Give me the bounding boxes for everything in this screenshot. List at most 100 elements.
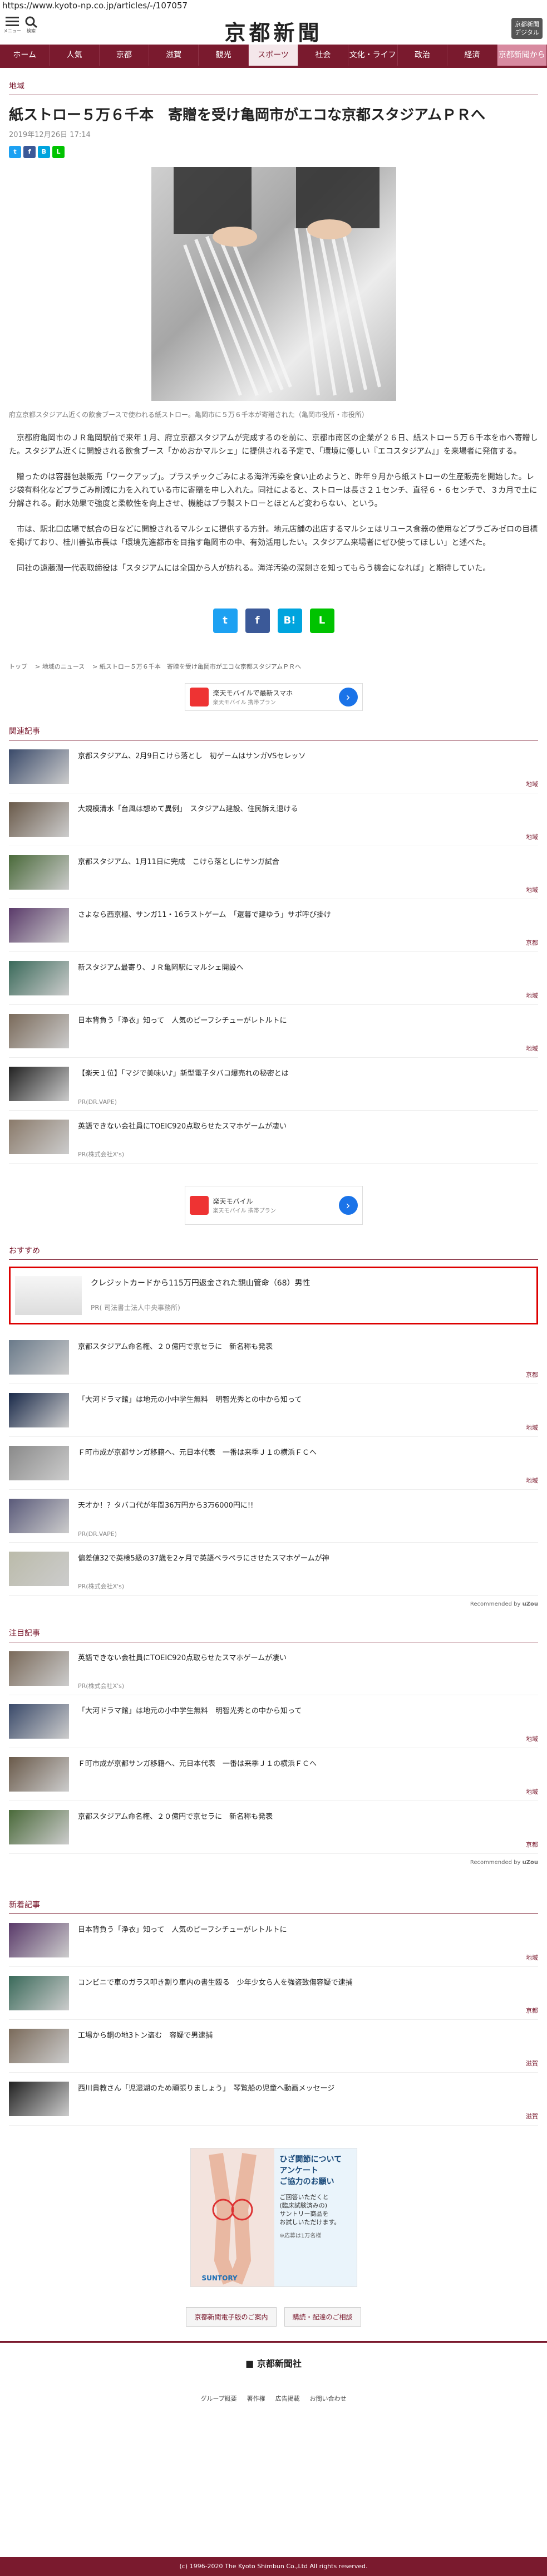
list-item[interactable]: 「大河ドラマ館」は地元の小中学生無料 明智光秀との中から知って 地域 bbox=[9, 1695, 538, 1748]
footer-link[interactable]: 広告掲載 bbox=[275, 2394, 300, 2403]
highlighted-ad[interactable]: クレジットカードから115万円返金された親山管命（68）男性 PR( 司法書士法人… bbox=[9, 1267, 538, 1324]
browser-url[interactable]: https://www.kyoto-np.co.jp/articles/-/10… bbox=[0, 0, 547, 11]
nav-item[interactable]: 京都新聞から bbox=[497, 45, 547, 66]
digital-guide-button[interactable]: 京都新聞電子版のご案内 bbox=[186, 2307, 277, 2327]
footer-link[interactable]: お問い合わせ bbox=[310, 2394, 347, 2403]
ad-banner-1[interactable]: 楽天モバイルで最新スマホ 楽天モバイル 携帯プラン › bbox=[184, 683, 363, 711]
nav-item[interactable]: 政治 bbox=[398, 45, 448, 66]
ad-banner-2[interactable]: 楽天モバイル 楽天モバイル 携帯プラン › bbox=[184, 1186, 363, 1225]
nav-item[interactable]: 経済 bbox=[447, 45, 497, 66]
list-item[interactable]: 日本背負う「浄衣」知って 人気のピーフシチューがレトルトに地域 bbox=[9, 1914, 538, 1967]
subscription-button[interactable]: 購読・配達のご相談 bbox=[284, 2307, 361, 2327]
list-item[interactable]: 天才か！？タバコ代が年間36万円から3万6000円に!! PR(DR.VAPE) bbox=[9, 1490, 538, 1543]
list-item-text: Ｆ町市成が京都サンガ移籍へ、元日本代表 一番は来季Ｊ１の横浜ＦＣへ bbox=[78, 1760, 317, 1768]
list-item[interactable]: Ｆ町市成が京都サンガ移籍へ、元日本代表 一番は来季Ｊ１の横浜ＦＣへ 地域 bbox=[9, 1748, 538, 1801]
breadcrumb: トップ > 地域のニュース > 紙ストロー５万６千本 寄贈を受け亀岡市がエコな京都ス… bbox=[9, 662, 538, 671]
list-item-tag: 京都 bbox=[526, 939, 538, 946]
thumbnail bbox=[15, 1276, 82, 1315]
nav-item[interactable]: 京都 bbox=[100, 45, 150, 66]
list-item[interactable]: 【楽天１位】「マジで美味い♪」新型電子タバコ爆売れの秘密とは PR(DR.VAPE… bbox=[9, 1058, 538, 1111]
breadcrumb-item[interactable]: > 地域のニュース bbox=[35, 662, 85, 671]
breadcrumb-item[interactable]: トップ bbox=[9, 662, 27, 671]
list-item[interactable]: コンビニで車のガラス叩き割り車内の書生殴る 少年少女ら人を強盗致傷容疑で逮捕 京都 bbox=[9, 1967, 538, 2020]
list-item[interactable]: 京都スタジアム命名権、２０億円で京セラに 新名称も発表 京都 bbox=[9, 1801, 538, 1854]
photo-caption: 府立京都スタジアム近くの飲食ブースで使われる紙ストロー。亀岡市に５万６千本が寄贈… bbox=[9, 411, 368, 419]
footer-link[interactable]: グループ概要 bbox=[200, 2394, 236, 2403]
register-button[interactable]: 京都新聞 デジタル bbox=[511, 18, 543, 39]
list-item-tag: 地域 bbox=[526, 833, 538, 841]
nav-item[interactable]: スポーツ bbox=[248, 45, 299, 66]
list-item-tag: PR(株式会社X's) bbox=[78, 1682, 125, 1690]
list-item-tag: 地域 bbox=[526, 1954, 538, 1961]
list-item[interactable]: 京都スタジアム命名権、２０億円で京セラに 新名称も発表 京都 bbox=[9, 1331, 538, 1384]
hatena-icon[interactable]: B! bbox=[277, 609, 302, 633]
list-item[interactable]: 「大河ドラマ館」は地元の小中学生無料 明智光秀との中から知って 地域 bbox=[9, 1384, 538, 1437]
ad-title: 楽天モバイルで最新スマホ bbox=[213, 689, 293, 697]
related-label: 関連記事 bbox=[9, 727, 40, 736]
line-icon[interactable]: L bbox=[309, 609, 334, 633]
ad-sub: 楽天モバイル 携帯プラン bbox=[213, 700, 276, 706]
thumbnail bbox=[9, 1651, 69, 1686]
list-item[interactable]: 工場から銅の地3トン盗む 容疑で男逮捕 滋賀 bbox=[9, 2020, 538, 2073]
site-logo[interactable]: 京都新聞 bbox=[0, 16, 547, 46]
nav-item[interactable]: 文化・ライフ bbox=[348, 45, 398, 66]
suntory-ad[interactable]: SUNTORY ひざ関節について アンケート ご協力のお願い ご回答いただくと … bbox=[190, 2148, 357, 2287]
nav-item[interactable]: 人気 bbox=[50, 45, 100, 66]
list-item-text: 天才か！？タバコ代が年間36万円から3万6000円に!! bbox=[78, 1502, 254, 1510]
list-item[interactable]: 英語できない会社員にTOEIC920点取らせたスマホゲームが凄い PR(株式会社X… bbox=[9, 1642, 538, 1695]
thumbnail bbox=[9, 2082, 69, 2116]
footer-link[interactable]: 著作権 bbox=[247, 2394, 265, 2403]
article-title: 紙ストロー５万６千本 寄贈を受け亀岡市がエコな京都スタジアムＰＲへ bbox=[9, 107, 486, 124]
list-item[interactable]: 新スタジアム最寄り、ＪＲ亀岡駅にマルシェ開設へ 地域 bbox=[9, 952, 538, 1005]
nav-item[interactable]: 観光 bbox=[199, 45, 249, 66]
list-item-text: 偏差値32で英検5級の37歳を2ヶ月で英語ペラペラにさせたスマホゲームが神 bbox=[78, 1554, 329, 1563]
list-item-text: 「大河ドラマ館」は地元の小中学生無料 明智光秀との中から知って bbox=[78, 1707, 302, 1715]
thumbnail bbox=[9, 1120, 69, 1154]
chevron-right-icon: › bbox=[338, 1196, 358, 1215]
line-icon[interactable]: L bbox=[52, 146, 65, 158]
list-item-tag: 京都 bbox=[526, 1371, 538, 1378]
list-item-tag: PR(株式会社X's) bbox=[78, 1151, 125, 1158]
thumbnail bbox=[9, 1393, 69, 1427]
thumbnail bbox=[9, 1067, 69, 1101]
ad-note: ※応募は1万名様 bbox=[279, 2233, 322, 2239]
list-item-tag: 地域 bbox=[526, 1045, 538, 1052]
nav-divider bbox=[0, 66, 547, 68]
list-item[interactable]: 偏差値32で英検5級の37歳を2ヶ月で英語ペラペラにさせたスマホゲームが神 PR(… bbox=[9, 1543, 538, 1596]
facebook-icon[interactable]: f bbox=[23, 146, 36, 158]
recommend-list: 京都スタジアム命名権、２０億円で京セラに 新名称も発表 京都 「大河ドラマ館」は地元… bbox=[0, 1331, 547, 1596]
article-category[interactable]: 地域 bbox=[9, 80, 538, 91]
list-item-tag: 地域 bbox=[526, 1477, 538, 1484]
nav-item[interactable]: ホーム bbox=[0, 45, 50, 66]
list-item-text: コンビニで車のガラス叩き割り車内の書生殴る 少年少女ら人を強盗致傷容疑で逮捕 bbox=[78, 1979, 353, 1987]
hatena-icon[interactable]: B bbox=[38, 146, 50, 158]
list-item[interactable]: 大規模清水「台風は想めて異例」 スタジアム建設、住民訴え退ける地域 bbox=[9, 793, 538, 846]
share-bar-bottom: t f B! L bbox=[9, 609, 538, 633]
list-item-text: 西川貴教さん「児湿湖のため頑張りましょう」 琴覧船の児童へ動画メッセージ bbox=[78, 2084, 335, 2093]
list-item-text: Ｆ町市成が京都サンガ移籍へ、元日本代表 一番は来季Ｊ１の横浜ＦＣへ bbox=[78, 1449, 317, 1457]
twitter-icon[interactable]: t bbox=[213, 609, 238, 633]
list-item-text: 「大河ドラマ館」は地元の小中学生無料 明智光秀との中から知って bbox=[78, 1396, 302, 1404]
list-item-text: クレジットカードから115万円返金された親山管命（68）男性 bbox=[91, 1279, 311, 1288]
list-item[interactable]: 英語できない会社員にTOEIC920点取らせたスマホゲームが凄い PR(株式会社X… bbox=[9, 1111, 538, 1164]
list-item[interactable]: Ｆ町市成が京都サンガ移籍へ、元日本代表 一番は来季Ｊ１の横浜ＦＣへ地域 bbox=[9, 1437, 538, 1490]
list-item[interactable]: 京都スタジアム、1月11日に完成 こけら落としにサンガ試合 地域 bbox=[9, 846, 538, 899]
list-item[interactable]: さよなら西京極、サンガ11・16ラストゲーム 「還暮で建ゆう」サポ呼び掛け 京都 bbox=[9, 899, 538, 952]
thumbnail bbox=[9, 1757, 69, 1792]
knee-illustration bbox=[208, 2153, 257, 2285]
list-item[interactable]: 京都スタジアム、2月9日こけら落とし 初ゲームはサンガVSセレッソ 地域 bbox=[9, 740, 538, 793]
footer-logo[interactable]: ■ 京都新聞社 bbox=[0, 2356, 547, 2369]
rakuten-icon bbox=[189, 688, 209, 706]
list-item-text: 大規模清水「台風は想めて異例」 スタジアム建設、住民訴え退ける bbox=[78, 805, 298, 813]
nav-item[interactable]: 滋賀 bbox=[149, 45, 199, 66]
facebook-icon[interactable]: f bbox=[245, 609, 270, 633]
ad-text: ひざ関節について アンケート ご協力のお願い ご回答いただくと (臨床試験済みの… bbox=[274, 2148, 357, 2286]
nav-item[interactable]: 社会 bbox=[298, 45, 348, 66]
list-item[interactable]: 西川貴教さん「児湿湖のため頑張りましょう」 琴覧船の児童へ動画メッセージ 滋賀 bbox=[9, 2073, 538, 2126]
twitter-icon[interactable]: t bbox=[9, 146, 21, 158]
list-item[interactable]: 日本背負う「浄衣」知って 人気のピーフシチューがレトルトに 地域 bbox=[9, 1005, 538, 1058]
article-date: 2019年12月26日 17:14 bbox=[9, 131, 91, 139]
breadcrumb-item[interactable]: > 紙ストロー５万６千本 寄贈を受け亀岡市がエコな京都スタジアムＰＲへ bbox=[92, 662, 301, 671]
list-item-text: 日本背負う「浄衣」知って 人気のピーフシチューがレトルトに bbox=[78, 1926, 287, 1934]
list-item-text: 工場から銅の地3トン盗む 容疑で男逮捕 bbox=[78, 2032, 213, 2040]
